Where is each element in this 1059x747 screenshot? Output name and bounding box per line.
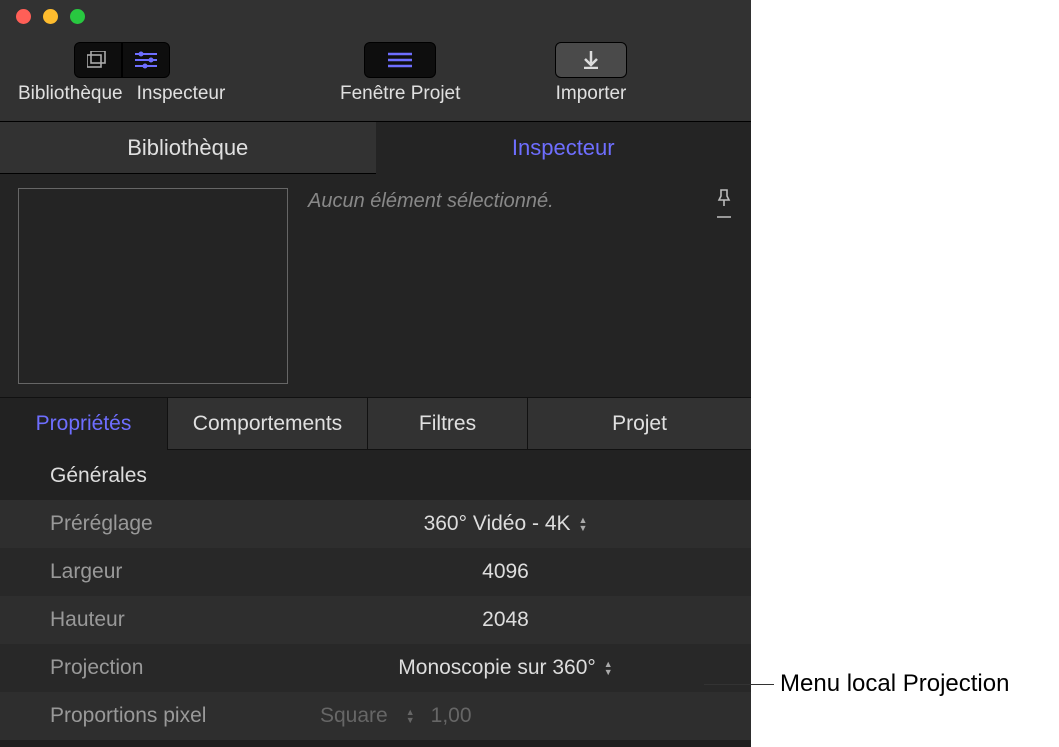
tab-inspector[interactable]: Inspecteur <box>376 122 752 174</box>
projection-value: Monoscopie sur 360° <box>398 656 596 680</box>
chevron-up-down-icon: ▲▼ <box>406 708 415 724</box>
project-window-button[interactable] <box>364 42 436 78</box>
library-icon <box>87 51 109 69</box>
tab-properties[interactable]: Propriétés <box>0 398 168 450</box>
chevron-up-down-icon: ▲▼ <box>579 516 588 532</box>
projection-popup[interactable]: Monoscopie sur 360° ▲▼ <box>260 656 751 680</box>
preset-popup[interactable]: 360° Vidéo - 4K ▲▼ <box>260 512 751 536</box>
tab-filters[interactable]: Filtres <box>368 398 528 450</box>
tab-project[interactable]: Projet <box>528 398 751 450</box>
width-label: Largeur <box>50 560 260 584</box>
library-toggle-button[interactable] <box>74 42 122 78</box>
height-label: Hauteur <box>50 608 260 632</box>
callout-line <box>704 684 774 685</box>
pixel-aspect-number: 1,00 <box>431 704 472 728</box>
callout-text: Menu local Projection <box>780 670 1009 698</box>
preview-area: Aucun élément sélectionné. <box>0 174 751 398</box>
pixel-aspect-popup[interactable]: Square ▲▼ 1,00 <box>260 704 751 728</box>
library-label: Bibliothèque <box>18 83 123 105</box>
fullscreen-window-button[interactable] <box>70 9 85 24</box>
pin-icon[interactable] <box>717 188 731 218</box>
row-projection: Projection Monoscopie sur 360° ▲▼ <box>0 644 751 692</box>
inspector-tab-bar: Propriétés Comportements Filtres Projet <box>0 398 751 450</box>
pixel-aspect-label: Proportions pixel <box>50 704 260 728</box>
chevron-up-down-icon: ▲▼ <box>604 660 613 676</box>
tab-library[interactable]: Bibliothèque <box>0 122 376 174</box>
height-field[interactable]: 2048 <box>260 608 751 632</box>
preview-thumbnail <box>18 188 288 384</box>
inspector-toggle-button[interactable] <box>122 42 170 78</box>
properties-list: Préréglage 360° Vidéo - 4K ▲▼ Largeur 40… <box>0 500 751 740</box>
close-window-button[interactable] <box>16 9 31 24</box>
list-icon <box>388 52 412 68</box>
panel-tab-bar: Bibliothèque Inspecteur <box>0 122 751 174</box>
row-width: Largeur 4096 <box>0 548 751 596</box>
inspector-label: Inspecteur <box>137 83 226 105</box>
height-value: 2048 <box>482 608 529 632</box>
no-selection-text: Aucun élément sélectionné. <box>308 188 697 213</box>
section-general-header[interactable]: Générales <box>0 450 751 500</box>
titlebar <box>0 0 751 32</box>
projection-label: Projection <box>50 656 260 680</box>
tab-behaviors[interactable]: Comportements <box>168 398 368 450</box>
width-field[interactable]: 4096 <box>260 560 751 584</box>
row-preset: Préréglage 360° Vidéo - 4K ▲▼ <box>0 500 751 548</box>
import-label: Importer <box>556 83 627 105</box>
row-height: Hauteur 2048 <box>0 596 751 644</box>
width-value: 4096 <box>482 560 529 584</box>
minimize-window-button[interactable] <box>43 9 58 24</box>
main-toolbar: Bibliothèque Inspecteur Fenêtre Projet <box>0 32 751 122</box>
sliders-icon <box>135 51 157 69</box>
preset-label: Préréglage <box>50 512 260 536</box>
pixel-aspect-value: Square <box>320 704 388 728</box>
row-pixel-aspect: Proportions pixel Square ▲▼ 1,00 <box>0 692 751 740</box>
project-window-label: Fenêtre Projet <box>340 83 460 105</box>
annotation-callout: Menu local Projection <box>704 670 1009 698</box>
app-window: Bibliothèque Inspecteur Fenêtre Projet <box>0 0 751 747</box>
download-arrow-icon <box>582 51 600 69</box>
preset-value: 360° Vidéo - 4K <box>424 512 571 536</box>
import-button[interactable] <box>555 42 627 78</box>
